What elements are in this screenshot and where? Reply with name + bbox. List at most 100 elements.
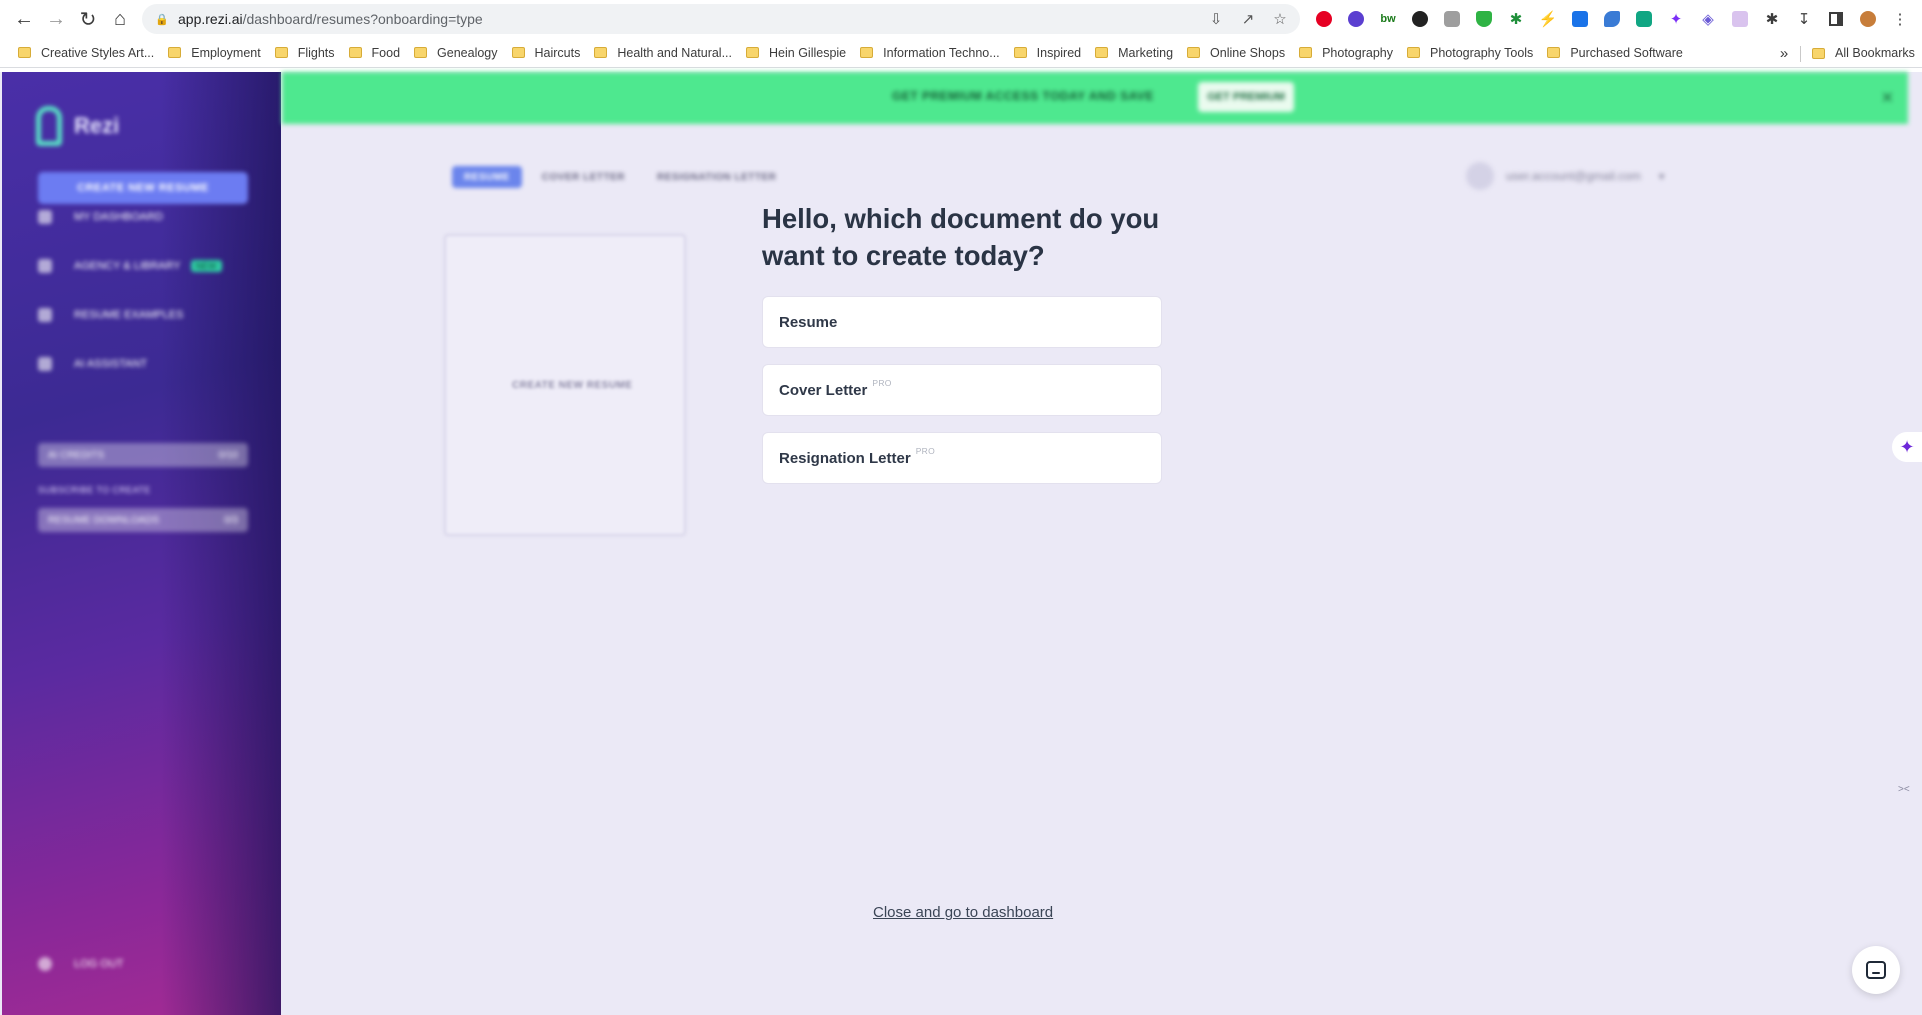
bookmark-folder[interactable]: Genealogy	[408, 41, 505, 65]
sidebar-item-icon	[38, 259, 52, 273]
folder-icon	[18, 47, 31, 58]
create-new-button-blurred: CREATE NEW RESUME	[38, 172, 248, 204]
url-host: app.rezi.ai	[178, 11, 243, 27]
bookmark-folder[interactable]: Information Techno...	[854, 41, 1008, 65]
tab-blurred: RESIGNATION LETTER	[657, 171, 777, 183]
image-extension-icon[interactable]	[1728, 6, 1752, 32]
share-icon[interactable]: ↗	[1238, 8, 1258, 30]
bookmark-folder[interactable]: Food	[343, 41, 409, 65]
address-bar[interactable]: 🔒 app.rezi.ai/dashboard/resumes?onboardi…	[142, 4, 1300, 34]
bookmarks-bar: Creative Styles Art... Employment Flight…	[0, 38, 1922, 68]
option-label: Cover Letter	[779, 381, 868, 399]
preview-placeholder-blurred: CREATE NEW RESUME	[512, 380, 633, 391]
sparkle-extension-icon[interactable]: ✦	[1664, 6, 1688, 32]
diamond-extension-icon[interactable]: ◈	[1696, 6, 1720, 32]
sidebar-item-blurred: RESUME EXAMPLES	[38, 305, 183, 325]
forward-arrow-icon[interactable]: →	[40, 3, 72, 35]
close-icon: ✕	[1880, 90, 1894, 107]
option-resume[interactable]: Resume	[762, 296, 1162, 348]
pro-badge: PRO	[872, 378, 892, 388]
close-and-go-to-dashboard-link[interactable]: Close and go to dashboard	[873, 904, 1053, 921]
rezi-logo-text: Rezi	[74, 113, 120, 138]
lock-icon[interactable]: 🔒	[155, 13, 169, 26]
sidebar-item-blurred: MY DASHBOARD	[38, 207, 163, 227]
download-icon[interactable]: ↧	[1792, 6, 1816, 32]
leaf-extension-icon[interactable]	[1600, 6, 1624, 32]
bookmark-folder[interactable]: Flights	[269, 41, 343, 65]
bookmark-folder[interactable]: Health and Natural...	[588, 41, 740, 65]
document-preview-blurred: CREATE NEW RESUME	[444, 234, 686, 536]
tab-blurred: COVER LETTER	[541, 171, 626, 183]
bookmark-folder[interactable]: Photography Tools	[1401, 41, 1541, 65]
sidebar-box-blurred: RESUME DOWNLOADS 0/3	[38, 508, 248, 532]
install-icon[interactable]: ⇩	[1206, 8, 1226, 30]
browser-toolbar: ← → ↻ ⌂ 🔒 app.rezi.ai/dashboard/resumes?…	[0, 0, 1922, 38]
bookmark-folder[interactable]: Haircuts	[506, 41, 589, 65]
tab-blurred: RESUME	[452, 166, 522, 188]
lightning-extension-icon[interactable]: ⚡	[1536, 6, 1560, 32]
bookmarks-overflow-button[interactable]: »	[1772, 41, 1796, 65]
user-menu-blurred: user.account@gmail.com ▾	[1466, 162, 1664, 190]
chat-icon	[1866, 961, 1886, 979]
option-label: Resignation Letter	[779, 449, 911, 467]
option-label: Resume	[779, 313, 838, 331]
all-bookmarks-button[interactable]: All Bookmarks	[1806, 41, 1922, 65]
folder-icon	[1013, 47, 1027, 58]
promo-banner-button-blurred: GET PREMIUM	[1198, 82, 1294, 112]
puzzle-icon[interactable]: ✱	[1760, 6, 1784, 32]
sidebar-shade	[161, 72, 281, 1015]
rezi-logo-mark	[36, 106, 62, 146]
url-text[interactable]: app.rezi.ai/dashboard/resumes?onboarding…	[178, 11, 483, 27]
plus-extension-icon[interactable]	[1568, 6, 1592, 32]
logout-icon	[38, 957, 52, 971]
bookmark-folder[interactable]: Purchased Software	[1541, 41, 1691, 65]
profile-avatar-icon[interactable]	[1856, 6, 1880, 32]
w-extension-icon[interactable]	[1408, 6, 1432, 32]
bookmark-folder[interactable]: Photography	[1293, 41, 1401, 65]
bookmark-folder[interactable]: Online Shops	[1181, 41, 1293, 65]
star-icon[interactable]: ☆	[1270, 8, 1290, 30]
folder-icon	[511, 47, 525, 58]
sidebar: Rezi CREATE NEW RESUME MY DASHBOARD AGEN…	[2, 72, 281, 1015]
sidebar-item-blurred: AGENCY & LIBRARY NEW	[38, 256, 222, 276]
url-path: /dashboard/resumes?onboarding=type	[242, 11, 483, 27]
bookmark-folder[interactable]: Employment	[162, 41, 268, 65]
ai-sparkle-icon[interactable]: ✦	[1892, 432, 1922, 462]
pinterest-icon[interactable]	[1312, 6, 1336, 32]
folder-icon	[414, 47, 428, 58]
bookmark-folder[interactable]: Hein Gillespie	[740, 41, 854, 65]
chat-launcher-button[interactable]	[1852, 946, 1900, 994]
sidebar-item-icon	[38, 210, 52, 224]
bookmarks-divider	[1800, 46, 1801, 62]
folder-icon	[168, 47, 182, 58]
circle-extension-icon[interactable]	[1344, 6, 1368, 32]
sidebar-item-blurred: AI ASSISTANT	[38, 354, 147, 374]
shield-extension-icon[interactable]	[1472, 6, 1496, 32]
bookmark-folder[interactable]: Marketing	[1089, 41, 1181, 65]
folder-icon	[1406, 47, 1420, 58]
folder-icon	[348, 47, 362, 58]
chevron-down-icon: ▾	[1658, 170, 1665, 183]
user-email-blurred: user.account@gmail.com	[1506, 169, 1641, 183]
bw-extension-icon[interactable]: bw	[1376, 6, 1400, 32]
avatar	[1466, 162, 1494, 190]
bookmark-folder[interactable]: Inspired	[1008, 41, 1089, 65]
grammar-extension-icon[interactable]	[1632, 6, 1656, 32]
puzzle-green-icon[interactable]: ✱	[1504, 6, 1528, 32]
option-cover-letter[interactable]: Cover Letter PRO	[762, 364, 1162, 416]
folder-icon	[1187, 47, 1201, 58]
bookmark-folder[interactable]: Creative Styles Art...	[12, 41, 162, 65]
sidebar-box-blurred: AI CREDITS 0/10	[38, 443, 248, 467]
back-arrow-icon[interactable]: ←	[8, 3, 40, 35]
document-tabs-blurred: RESUME COVER LETTER RESIGNATION LETTER	[452, 166, 796, 188]
collapse-handle-icon[interactable]: ><	[1898, 784, 1910, 795]
kebab-menu-icon[interactable]: ⋮	[1888, 6, 1912, 32]
option-resignation-letter[interactable]: Resignation Letter PRO	[762, 432, 1162, 484]
home-icon[interactable]: ⌂	[104, 3, 136, 35]
folder-icon	[746, 47, 760, 58]
sidebar-item-icon	[38, 357, 52, 371]
gray-extension-icon[interactable]	[1440, 6, 1464, 32]
folder-icon	[594, 47, 608, 58]
reload-icon[interactable]: ↻	[72, 3, 104, 35]
side-panel-icon[interactable]	[1824, 6, 1848, 32]
